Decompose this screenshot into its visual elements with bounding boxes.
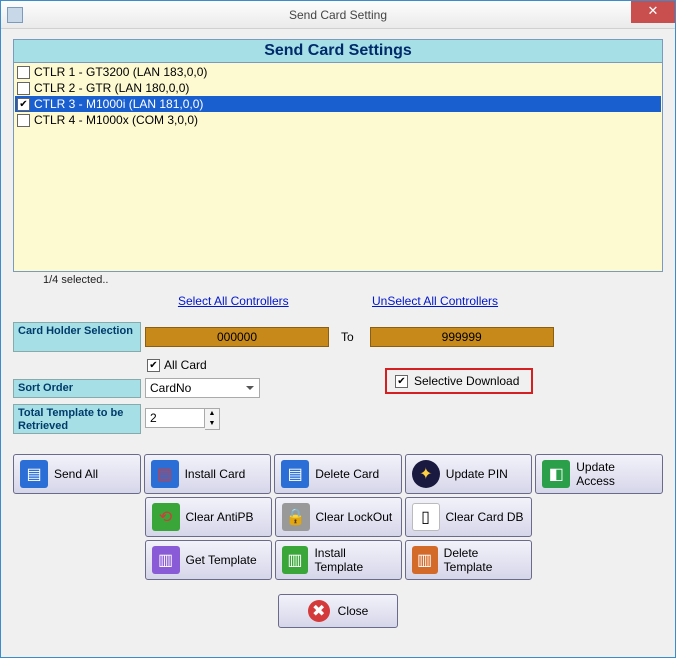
window-frame: Send Card Setting ✕ Send Card Settings C… — [0, 0, 676, 658]
install-card-button[interactable]: ▤Install Card — [144, 454, 272, 494]
button-grid: ▤Send All ▤Install Card ▤Delete Card ✦Up… — [13, 454, 663, 580]
client-area: Send Card Settings CTLR 1 - GT3200 (LAN … — [1, 29, 675, 657]
delete-template-button[interactable]: ▥Delete Template — [405, 540, 532, 580]
sort-row: Sort Order CardNo — [13, 378, 663, 398]
list-item-label: CTLR 3 - M1000i (LAN 181,0,0) — [34, 97, 203, 111]
titlebar: Send Card Setting ✕ — [1, 1, 675, 29]
selection-status: 1/4 selected.. — [43, 274, 663, 286]
list-item-checkbox[interactable] — [17, 66, 30, 79]
link-row: Select All Controllers UnSelect All Cont… — [13, 294, 663, 308]
window-close-button[interactable]: ✕ — [631, 1, 675, 23]
install-template-icon: ▥ — [282, 546, 309, 574]
template-label: Total Template to be Retrieved — [13, 404, 141, 434]
clear-card-db-button[interactable]: ▯Clear Card DB — [405, 497, 532, 537]
list-item-checkbox[interactable] — [17, 114, 30, 127]
template-row: Total Template to be Retrieved ▲ ▼ — [13, 404, 663, 434]
update-pin-icon: ✦ — [412, 460, 440, 488]
cardholder-to[interactable]: 999999 — [370, 327, 554, 347]
list-item-checkbox[interactable]: ✔ — [17, 98, 30, 111]
send-all-button[interactable]: ▤Send All — [13, 454, 141, 494]
clear-antipb-button[interactable]: ⟲Clear AntiPB — [145, 497, 272, 537]
install-card-icon: ▤ — [151, 460, 179, 488]
spinner-down[interactable]: ▼ — [205, 419, 219, 429]
sort-combo[interactable]: CardNo — [145, 378, 260, 398]
install-template-button[interactable]: ▥Install Template — [275, 540, 402, 580]
to-label: To — [341, 330, 354, 344]
clear-antipb-icon: ⟲ — [152, 503, 180, 531]
spinner-up[interactable]: ▲ — [205, 409, 219, 419]
list-item[interactable]: CTLR 2 - GTR (LAN 180,0,0) — [15, 80, 661, 96]
delete-template-icon: ▥ — [412, 546, 438, 574]
send-all-icon: ▤ — [20, 460, 48, 488]
panel-title: Send Card Settings — [13, 39, 663, 62]
clear-lockout-button[interactable]: 🔒Clear LockOut — [275, 497, 402, 537]
update-pin-button[interactable]: ✦Update PIN — [405, 454, 533, 494]
unselect-all-link[interactable]: UnSelect All Controllers — [372, 294, 498, 308]
all-card-checkbox[interactable]: ✔ — [147, 359, 160, 372]
list-item-label: CTLR 4 - M1000x (COM 3,0,0) — [34, 113, 198, 127]
cardholder-label: Card Holder Selection — [13, 322, 141, 352]
list-item[interactable]: ✔ CTLR 3 - M1000i (LAN 181,0,0) — [15, 96, 661, 112]
selective-download-box: ✔ Selective Download — [385, 368, 533, 394]
close-icon: ✖ — [308, 600, 330, 622]
selective-download-checkbox[interactable]: ✔ — [395, 375, 408, 388]
list-item-checkbox[interactable] — [17, 82, 30, 95]
list-item-label: CTLR 1 - GT3200 (LAN 183,0,0) — [34, 65, 207, 79]
template-input[interactable] — [145, 408, 205, 428]
cardholder-from[interactable]: 000000 — [145, 327, 329, 347]
clear-lockout-icon: 🔒 — [282, 503, 310, 531]
get-template-icon: ▥ — [152, 546, 180, 574]
selective-download-label: Selective Download — [414, 374, 519, 388]
cardholder-row: Card Holder Selection 000000 To 999999 — [13, 322, 663, 352]
select-all-link[interactable]: Select All Controllers — [178, 294, 289, 308]
window-title: Send Card Setting — [1, 8, 675, 22]
close-button[interactable]: ✖ Close — [278, 594, 398, 628]
get-template-button[interactable]: ▥Get Template — [145, 540, 272, 580]
controller-list[interactable]: CTLR 1 - GT3200 (LAN 183,0,0) CTLR 2 - GT… — [13, 62, 663, 272]
delete-card-icon: ▤ — [281, 460, 309, 488]
list-item-label: CTLR 2 - GTR (LAN 180,0,0) — [34, 81, 189, 95]
list-item[interactable]: CTLR 4 - M1000x (COM 3,0,0) — [15, 112, 661, 128]
all-card-label: All Card — [164, 358, 207, 372]
update-access-icon: ◧ — [542, 460, 570, 488]
clear-card-db-icon: ▯ — [412, 503, 440, 531]
sort-label: Sort Order — [13, 379, 141, 398]
update-access-button[interactable]: ◧Update Access — [535, 454, 663, 494]
list-item[interactable]: CTLR 1 - GT3200 (LAN 183,0,0) — [15, 64, 661, 80]
template-spinner[interactable]: ▲ ▼ — [145, 408, 220, 430]
delete-card-button[interactable]: ▤Delete Card — [274, 454, 402, 494]
